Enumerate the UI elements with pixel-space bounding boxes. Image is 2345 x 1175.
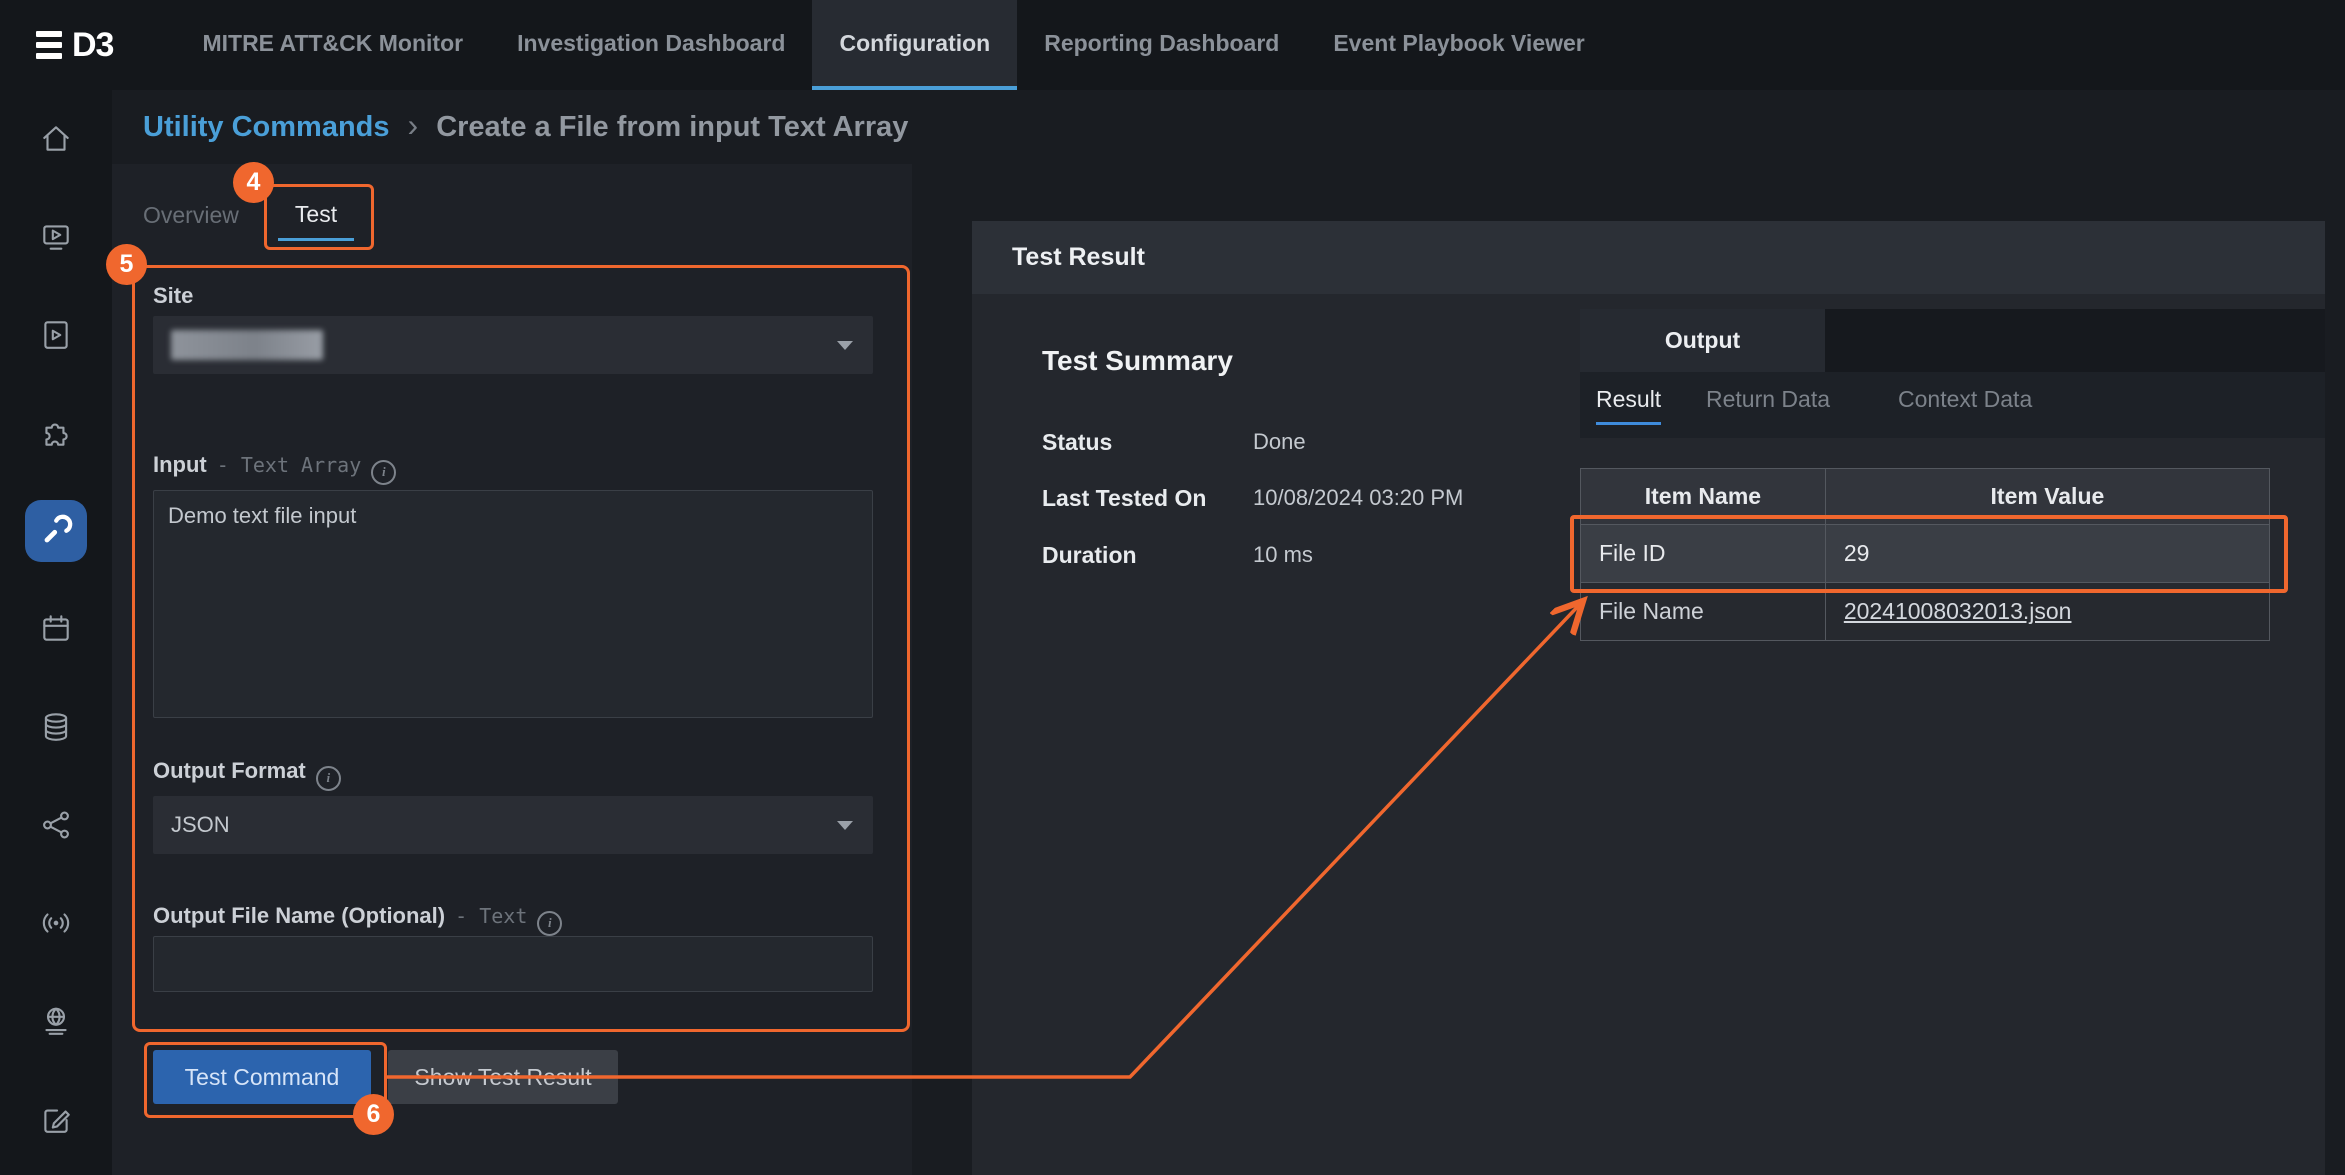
nav-item-event-playbook-viewer[interactable]: Event Playbook Viewer [1306, 0, 1611, 90]
breadcrumb-separator-icon: › [408, 109, 419, 145]
output-file-label-row: Output File Name (Optional) - Text i [153, 903, 562, 936]
subtab-result[interactable]: Result [1596, 386, 1661, 425]
file-id-value-cell: 29 [1825, 525, 2269, 583]
result-table: Item Name Item Value File ID 29 File Nam… [1580, 468, 2270, 641]
broadcast-icon[interactable] [0, 874, 112, 972]
active-sidebar-highlight [25, 500, 87, 562]
signature-edit-icon[interactable] [0, 1070, 112, 1168]
test-result-header: Test Result [972, 221, 2325, 294]
site-label: Site [153, 283, 193, 309]
breadcrumb-current-page: Create a File from input Text Array [436, 111, 908, 144]
annotation-badge-6: 6 [353, 1094, 394, 1135]
input-type-hint: - Text Array [217, 453, 362, 477]
test-command-button[interactable]: Test Command [153, 1050, 371, 1104]
top-nav-items: MITRE ATT&CK Monitor Investigation Dashb… [175, 0, 1611, 90]
item-value-header: Item Value [1825, 469, 2269, 525]
nav-item-configuration[interactable]: Configuration [812, 0, 1017, 90]
d3-logo-bars-icon [36, 31, 62, 59]
tab-test[interactable]: Test [278, 190, 354, 241]
annotation-badge-5: 5 [106, 244, 147, 285]
file-name-name-cell: File Name [1581, 583, 1826, 641]
output-file-name-label: Output File Name (Optional) [153, 903, 445, 928]
output-file-type-hint: - Text [455, 904, 527, 928]
output-format-value: JSON [171, 812, 230, 838]
item-name-header: Item Name [1581, 469, 1826, 525]
video-file-icon[interactable] [0, 286, 112, 384]
utility-tools-wrench-icon[interactable] [0, 482, 112, 580]
status-value: Done [1253, 429, 1306, 459]
site-redacted-value [171, 330, 323, 360]
subtab-context-data[interactable]: Context Data [1898, 386, 2032, 422]
nav-item-reporting-dashboard[interactable]: Reporting Dashboard [1017, 0, 1306, 90]
result-subtab-band: Result Return Data Context Data [1580, 372, 2325, 438]
annotation-badge-4: 4 [233, 162, 274, 203]
test-result-panel: Test Result Test Summary Status Done Las… [972, 221, 2325, 1175]
d3-logo[interactable]: D3 [0, 0, 147, 90]
test-summary-title: Test Summary [1042, 345, 1233, 377]
left-icon-sidebar [0, 90, 112, 1175]
summary-row-last-tested: Last Tested On 10/08/2024 03:20 PM [1042, 485, 1463, 515]
file-name-link[interactable]: 20241008032013.json [1844, 598, 2072, 624]
subtab-return-data[interactable]: Return Data [1706, 386, 1830, 422]
status-label: Status [1042, 429, 1253, 459]
output-format-dropdown[interactable]: JSON [153, 796, 873, 854]
nav-item-mitre-monitor[interactable]: MITRE ATT&CK Monitor [175, 0, 490, 90]
tab-overview[interactable]: Overview [143, 202, 239, 229]
output-format-label: Output Format [153, 758, 306, 783]
site-dropdown[interactable] [153, 316, 873, 374]
result-table-header-row: Item Name Item Value [1581, 469, 2270, 525]
d3-logo-text: D3 [72, 26, 113, 65]
summary-row-duration: Duration 10 ms [1042, 542, 1313, 572]
last-tested-value: 10/08/2024 03:20 PM [1253, 485, 1463, 515]
schedule-calendar-icon[interactable] [0, 580, 112, 678]
nav-item-investigation-dashboard[interactable]: Investigation Dashboard [490, 0, 812, 90]
breadcrumb-utility-commands[interactable]: Utility Commands [143, 111, 390, 144]
input-info-icon[interactable]: i [371, 460, 396, 485]
share-nodes-icon[interactable] [0, 776, 112, 874]
input-label-row: Input - Text Array i [153, 452, 396, 485]
file-name-value-cell: 20241008032013.json [1825, 583, 2269, 641]
show-test-result-button[interactable]: Show Test Result [388, 1050, 618, 1104]
table-row-file-id[interactable]: File ID 29 [1581, 525, 2270, 583]
duration-label: Duration [1042, 542, 1253, 572]
file-id-name-cell: File ID [1581, 525, 1826, 583]
chevron-down-icon [837, 821, 853, 830]
top-nav: D3 MITRE ATT&CK Monitor Investigation Da… [0, 0, 2345, 90]
integrations-puzzle-icon[interactable] [0, 384, 112, 482]
globe-settings-icon[interactable] [0, 972, 112, 1070]
app-window: D3 MITRE ATT&CK Monitor Investigation Da… [0, 0, 2345, 1175]
output-format-info-icon[interactable]: i [316, 766, 341, 791]
output-file-name-input[interactable] [153, 936, 873, 992]
table-row-file-name[interactable]: File Name 20241008032013.json [1581, 583, 2270, 641]
playback-monitor-icon[interactable] [0, 188, 112, 286]
output-section: Output Result Return Data Context Data I… [1580, 309, 2325, 438]
input-textarea[interactable]: Demo text file input [153, 490, 873, 718]
test-result-title: Test Result [1012, 243, 1145, 272]
input-label: Input [153, 452, 207, 477]
command-config-panel: Overview Test Site Input - Text Array i De… [112, 164, 912, 1175]
breadcrumb: Utility Commands › Create a File from in… [143, 90, 908, 164]
summary-row-status: Status Done [1042, 429, 1306, 459]
chevron-down-icon [837, 341, 853, 350]
home-icon[interactable] [0, 90, 112, 188]
output-tab-strip: Output [1580, 309, 2325, 372]
output-file-info-icon[interactable]: i [537, 911, 562, 936]
tab-output[interactable]: Output [1580, 309, 1825, 372]
database-icon[interactable] [0, 678, 112, 776]
duration-value: 10 ms [1253, 542, 1313, 572]
output-format-label-row: Output Format i [153, 758, 341, 791]
last-tested-label: Last Tested On [1042, 485, 1253, 515]
